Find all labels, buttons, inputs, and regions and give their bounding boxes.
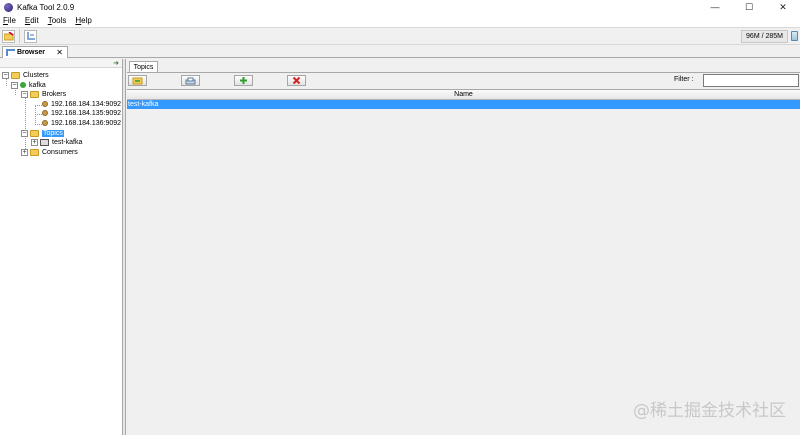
collapse-icon[interactable]: − xyxy=(11,81,18,89)
delete-icon xyxy=(292,76,301,85)
collapse-icon[interactable]: − xyxy=(21,129,28,137)
tree-node-brokers[interactable]: − Brokers xyxy=(21,89,66,99)
broker-icon xyxy=(42,120,48,126)
watermark: @稀土掘金技术社区 xyxy=(633,401,786,421)
tree-node-broker[interactable]: 192.168.184.135:9092 xyxy=(42,108,121,118)
tab-browser[interactable]: Browser ✕ xyxy=(2,46,68,58)
menu-edit[interactable]: Edit xyxy=(25,16,39,25)
broker-icon xyxy=(42,101,48,107)
add-topic-button[interactable] xyxy=(234,75,253,86)
menu-tools[interactable]: Tools xyxy=(48,16,67,25)
broker-icon xyxy=(42,110,48,116)
tree-label-topics: Topics xyxy=(42,129,64,137)
topic-icon xyxy=(40,138,49,146)
tree-label-brokers: Brokers xyxy=(42,90,67,98)
tree-connector xyxy=(35,124,42,125)
topic-label: test-kafka xyxy=(52,138,83,146)
browser-view-button[interactable] xyxy=(24,29,37,43)
close-window-button[interactable]: ✕ xyxy=(766,0,800,14)
browser-icon xyxy=(26,32,35,40)
document-tab-bar: Browser ✕ xyxy=(0,45,800,58)
broker-label: 192.168.184.136:9092 xyxy=(51,119,122,127)
topics-table: Name test-kafka xyxy=(127,89,800,435)
cluster-tree-panel: ➜ − Clusters − kafka − Brokers 192.168.1… xyxy=(0,59,123,435)
expand-icon[interactable]: + xyxy=(31,138,38,146)
menu-help[interactable]: Help xyxy=(75,16,91,25)
expand-icon[interactable]: + xyxy=(21,148,28,156)
topics-panel: Topics Filter : Name test-kafka xyxy=(127,59,800,435)
column-header-name[interactable]: Name xyxy=(127,90,800,100)
tree-label-clusters: Clusters xyxy=(23,71,49,79)
tab-browser-label: Browser xyxy=(17,49,46,56)
maximize-button[interactable]: ☐ xyxy=(732,0,766,14)
window-controls: — ☐ ✕ xyxy=(698,0,800,14)
tree-connector xyxy=(25,97,26,153)
main-toolbar: 96M / 285M xyxy=(0,27,800,45)
print-icon xyxy=(185,77,196,84)
print-button[interactable] xyxy=(181,75,200,86)
title-bar: Kafka Tool 2.0.9 — ☐ ✕ xyxy=(0,0,800,14)
collapse-icon[interactable]: − xyxy=(2,71,9,79)
tab-topics[interactable]: Topics xyxy=(129,61,158,72)
broker-label: 192.168.184.134:9092 xyxy=(51,100,122,108)
garbage-collect-icon[interactable] xyxy=(791,31,798,41)
collapse-panel-icon[interactable]: ➜ xyxy=(113,59,119,67)
app-icon xyxy=(4,2,13,12)
tree-node-broker[interactable]: 192.168.184.136:9092 xyxy=(42,118,121,128)
folder-open-icon xyxy=(11,71,20,79)
connect-button[interactable] xyxy=(2,29,15,43)
tree-label-consumers: Consumers xyxy=(42,148,78,156)
tree-node-topic[interactable]: + test-kafka xyxy=(31,137,82,147)
tree-node-clusters[interactable]: − Clusters xyxy=(2,70,49,80)
refresh-button[interactable] xyxy=(128,75,147,86)
tree-connector xyxy=(35,105,42,106)
tab-divider xyxy=(127,72,800,73)
tree-label-cluster: kafka xyxy=(29,81,46,89)
folder-icon xyxy=(30,148,39,156)
tree-node-consumers[interactable]: + Consumers xyxy=(21,147,78,157)
menu-bar: File Edit Tools Help xyxy=(0,14,800,27)
minimize-button[interactable]: — xyxy=(698,0,732,14)
broker-label: 192.168.184.135:9092 xyxy=(51,109,122,117)
tree-panel-header: ➜ xyxy=(0,59,122,68)
tree-connector xyxy=(35,114,42,115)
table-row[interactable]: test-kafka xyxy=(127,100,800,109)
toolbar-separator xyxy=(19,29,20,43)
window-title: Kafka Tool 2.0.9 xyxy=(17,2,75,12)
refresh-icon xyxy=(132,77,143,84)
browser-tab-icon xyxy=(6,49,15,56)
filter-label: Filter : xyxy=(674,76,694,83)
delete-topic-button[interactable] xyxy=(287,75,306,86)
folder-open-icon xyxy=(30,129,39,137)
filter-input[interactable] xyxy=(703,74,799,87)
menu-file[interactable]: File xyxy=(3,16,16,25)
memory-indicator: 96M / 285M xyxy=(741,30,788,43)
panel-splitter[interactable] xyxy=(123,59,126,435)
tree-connector xyxy=(35,106,36,125)
cluster-connected-icon xyxy=(20,82,26,88)
close-tab-icon[interactable]: ✕ xyxy=(56,48,63,57)
add-icon xyxy=(240,77,247,84)
connect-icon xyxy=(3,31,13,40)
collapse-icon[interactable]: − xyxy=(21,90,28,98)
folder-open-icon xyxy=(30,90,39,98)
